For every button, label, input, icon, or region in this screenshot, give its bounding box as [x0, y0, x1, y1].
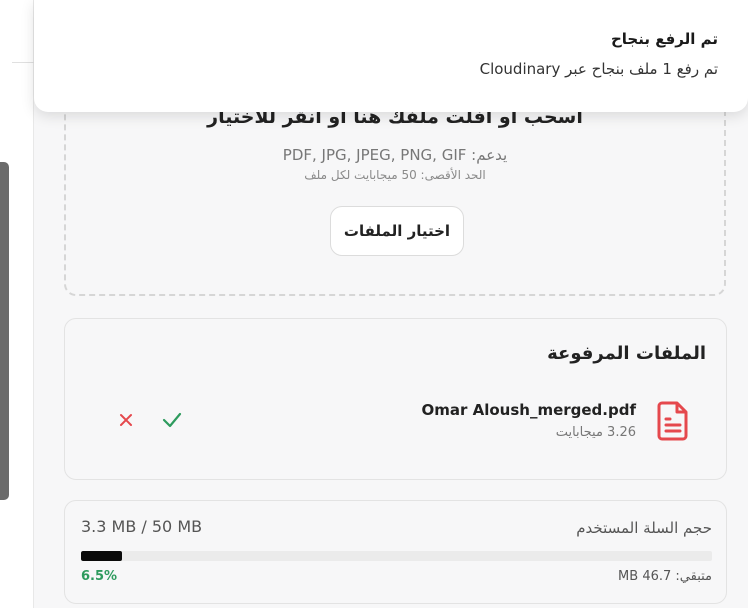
toast-message: تم رفع 1 ملف بنجاح عبر Cloudinary — [479, 60, 718, 78]
scrollbar-thumb[interactable] — [0, 162, 9, 500]
file-text-icon — [657, 401, 688, 441]
uploaded-files-title: الملفات المرفوعة — [547, 343, 706, 364]
max-file-size: الحد الأقصى: 50 ميجابايت لكل ملف — [304, 168, 486, 182]
storage-used-value: 3.3 MB / 50 MB — [81, 517, 203, 536]
storage-remaining: متبقي: 46.7 MB — [618, 569, 712, 584]
storage-progress-fill — [81, 551, 122, 561]
choose-files-button[interactable]: اختيار الملفات — [330, 206, 464, 256]
check-icon[interactable] — [161, 409, 183, 431]
storage-progress-bar — [81, 551, 712, 561]
file-name: Omar Aloush_merged.pdf — [421, 401, 636, 419]
supported-formats: يدعم: PDF, JPG, JPEG, PNG, GIF — [282, 146, 508, 164]
list-item: Omar Aloush_merged.pdf 3.26 ميجابايت — [65, 399, 726, 449]
toast-title: تم الرفع بنجاح — [610, 30, 718, 48]
remove-file-icon[interactable] — [117, 411, 135, 429]
sidebar — [0, 0, 52, 608]
storage-usage-card: حجم السلة المستخدم 3.3 MB / 50 MB 6.5% م… — [64, 500, 727, 604]
success-toast: تم الرفع بنجاح تم رفع 1 ملف بنجاح عبر Cl… — [34, 0, 748, 112]
storage-percent: 6.5% — [81, 569, 118, 584]
storage-label: حجم السلة المستخدم — [576, 519, 712, 537]
file-size: 3.26 ميجابايت — [555, 425, 636, 440]
uploaded-files-card: الملفات المرفوعة Omar Aloush_merged.pdf … — [64, 318, 727, 480]
